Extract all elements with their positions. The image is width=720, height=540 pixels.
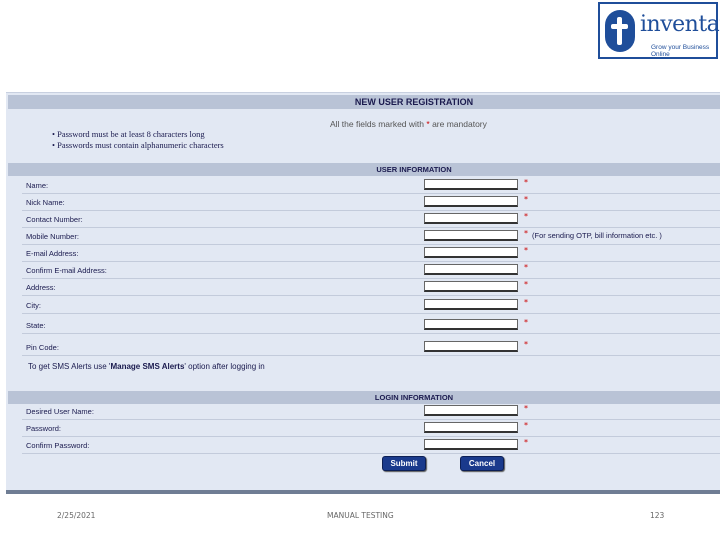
text-input[interactable] xyxy=(424,319,518,330)
field-label: Confirm E-mail Address: xyxy=(26,266,107,275)
cancel-button[interactable]: Cancel xyxy=(460,456,504,471)
text-input[interactable] xyxy=(424,341,518,352)
field-label: City: xyxy=(26,301,41,310)
form-row: Nick Name: * xyxy=(22,194,720,211)
password-rule: • Passwords must contain alphanumeric ch… xyxy=(52,140,224,150)
user-info-heading: USER INFORMATION xyxy=(8,163,720,176)
form-title: NEW USER REGISTRATION xyxy=(8,95,720,109)
submit-button[interactable]: Submit xyxy=(382,456,426,471)
form-row: Name: * xyxy=(22,177,720,194)
form-row: E-mail Address: * xyxy=(22,245,720,262)
field-label: Password: xyxy=(26,424,62,433)
text-input[interactable] xyxy=(424,281,518,292)
text-input[interactable] xyxy=(424,230,518,241)
text-input[interactable] xyxy=(424,179,518,190)
required-asterisk: * xyxy=(524,421,528,430)
text-input[interactable] xyxy=(424,422,518,433)
logo-name: inventateq xyxy=(640,12,720,37)
field-label: Name: xyxy=(26,181,49,190)
text-input[interactable] xyxy=(424,196,518,207)
sms-note-text-end: ' option after logging in xyxy=(184,362,265,371)
page-number: 123 xyxy=(650,511,665,520)
required-asterisk: * xyxy=(524,340,528,349)
text-input[interactable] xyxy=(424,299,518,310)
field-label: Mobile Number: xyxy=(26,232,79,241)
mandatory-note: All the fields marked with * are mandato… xyxy=(330,119,487,129)
required-asterisk: * xyxy=(524,263,528,272)
form-row: Password: * xyxy=(22,420,720,437)
required-asterisk: * xyxy=(426,119,430,129)
brand-logo: inventateq Grow your Business Online xyxy=(598,2,720,59)
field-label: E-mail Address: xyxy=(26,249,79,258)
field-label: State: xyxy=(26,321,46,330)
required-asterisk: * xyxy=(524,178,528,187)
mandatory-note-text: All the fields marked with xyxy=(330,119,425,129)
text-input[interactable] xyxy=(424,405,518,416)
logo-mark-icon xyxy=(605,10,635,52)
logo-tagline: Grow your Business Online xyxy=(651,44,710,58)
field-label: Desired User Name: xyxy=(26,407,94,416)
form-row: Address: * xyxy=(22,279,720,296)
form-row: State: * xyxy=(22,317,720,334)
footer-date: 2/25/2021 xyxy=(57,511,96,520)
required-asterisk: * xyxy=(524,246,528,255)
field-label: Nick Name: xyxy=(26,198,65,207)
field-label: Address: xyxy=(26,283,56,292)
sms-note-emphasis: Manage SMS Alerts xyxy=(110,362,185,371)
required-asterisk: * xyxy=(524,318,528,327)
form-row: Confirm Password: * xyxy=(22,437,720,454)
sms-alert-note: To get SMS Alerts use 'Manage SMS Alerts… xyxy=(28,362,265,371)
text-input[interactable] xyxy=(424,439,518,450)
field-hint: (For sending OTP, bill information etc. … xyxy=(532,231,662,240)
mandatory-note-text-end: are mandatory xyxy=(432,119,487,129)
form-row: Pin Code: * xyxy=(22,339,720,356)
text-input[interactable] xyxy=(424,213,518,224)
registration-form: NEW USER REGISTRATION All the fields mar… xyxy=(6,92,720,494)
field-label: Pin Code: xyxy=(26,343,59,352)
form-row: Confirm E-mail Address: * xyxy=(22,262,720,279)
password-rule: • Password must be at least 8 characters… xyxy=(52,129,205,139)
required-asterisk: * xyxy=(524,212,528,221)
text-input[interactable] xyxy=(424,264,518,275)
required-asterisk: * xyxy=(524,404,528,413)
text-input[interactable] xyxy=(424,247,518,258)
field-label: Contact Number: xyxy=(26,215,83,224)
form-row: City: * xyxy=(22,297,720,314)
form-row: Mobile Number: * (For sending OTP, bill in… xyxy=(22,228,720,245)
required-asterisk: * xyxy=(524,280,528,289)
password-rules: • Password must be at least 8 characters… xyxy=(52,129,224,151)
sms-note-text: To get SMS Alerts use ' xyxy=(28,362,111,371)
form-row: Contact Number: * xyxy=(22,211,720,228)
required-asterisk: * xyxy=(524,195,528,204)
form-row: Desired User Name: * xyxy=(22,403,720,420)
field-label: Confirm Password: xyxy=(26,441,90,450)
required-asterisk: * xyxy=(524,438,528,447)
required-asterisk: * xyxy=(524,298,528,307)
required-asterisk: * xyxy=(524,229,528,238)
footer-title: MANUAL TESTING xyxy=(327,511,394,520)
